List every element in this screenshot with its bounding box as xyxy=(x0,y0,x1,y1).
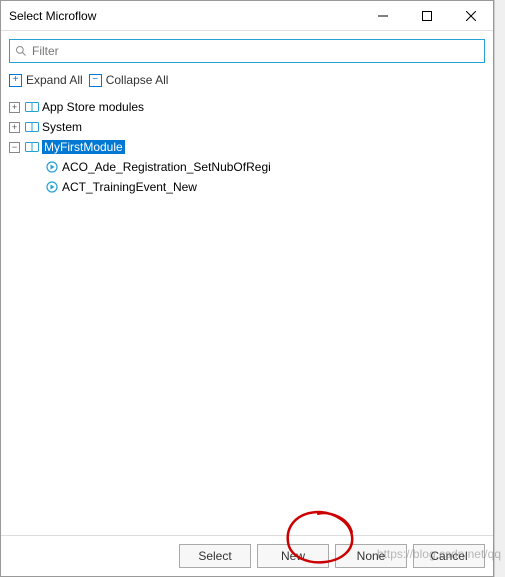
tree-leaf-microflow[interactable]: ACO_Ade_Registration_SetNubOfRegi xyxy=(9,157,485,177)
module-icon xyxy=(25,101,39,113)
tree-leaf-microflow[interactable]: ACT_TrainingEvent_New xyxy=(9,177,485,197)
background-sliver xyxy=(494,0,505,577)
maximize-button[interactable] xyxy=(405,1,449,30)
none-button-label: None xyxy=(357,549,386,563)
module-icon xyxy=(25,121,39,133)
expander-plus-icon[interactable]: + xyxy=(9,122,20,133)
expander-minus-icon[interactable]: − xyxy=(9,142,20,153)
tree-view[interactable]: + App Store modules + System − MyFirstMo… xyxy=(1,93,493,535)
titlebar: Select Microflow xyxy=(1,1,493,31)
select-button[interactable]: Select xyxy=(179,544,251,568)
filter-input[interactable] xyxy=(32,44,479,58)
expand-all-button[interactable]: + Expand All xyxy=(9,73,83,87)
tree-leaf-label: ACO_Ade_Registration_SetNubOfRegi xyxy=(62,160,271,174)
none-button[interactable]: None xyxy=(335,544,407,568)
search-icon xyxy=(15,45,27,57)
tree-node-label: App Store modules xyxy=(42,100,144,114)
collapse-all-button[interactable]: − Collapse All xyxy=(89,73,169,87)
expand-collapse-toolbar: + Expand All − Collapse All xyxy=(1,67,493,93)
button-bar: Select New None Cancel xyxy=(1,535,493,576)
maximize-icon xyxy=(422,11,432,21)
microflow-icon xyxy=(45,180,59,194)
minus-icon: − xyxy=(89,74,102,87)
close-button[interactable] xyxy=(449,1,493,30)
minimize-button[interactable] xyxy=(361,1,405,30)
close-icon xyxy=(466,11,476,21)
tree-node-system[interactable]: + System xyxy=(9,117,485,137)
cancel-button-label: Cancel xyxy=(430,549,467,563)
tree-node-app-store-modules[interactable]: + App Store modules xyxy=(9,97,485,117)
filter-area xyxy=(1,31,493,67)
module-icon xyxy=(25,141,39,153)
select-button-label: Select xyxy=(198,549,231,563)
window-controls xyxy=(361,1,493,30)
select-microflow-dialog: Select Microflow + Expand All xyxy=(0,0,494,577)
expand-all-label: Expand All xyxy=(26,73,83,87)
microflow-icon xyxy=(45,160,59,174)
plus-icon: + xyxy=(9,74,22,87)
tree-node-label: System xyxy=(42,120,82,134)
tree-leaf-label: ACT_TrainingEvent_New xyxy=(62,180,197,194)
collapse-all-label: Collapse All xyxy=(106,73,169,87)
new-button[interactable]: New xyxy=(257,544,329,568)
filter-box[interactable] xyxy=(9,39,485,63)
expander-plus-icon[interactable]: + xyxy=(9,102,20,113)
new-button-label: New xyxy=(281,549,305,563)
minimize-icon xyxy=(378,11,388,21)
tree-node-label: MyFirstModule xyxy=(42,140,125,154)
dialog-title: Select Microflow xyxy=(9,9,361,23)
tree-node-myfirstmodule[interactable]: − MyFirstModule xyxy=(9,137,485,157)
cancel-button[interactable]: Cancel xyxy=(413,544,485,568)
